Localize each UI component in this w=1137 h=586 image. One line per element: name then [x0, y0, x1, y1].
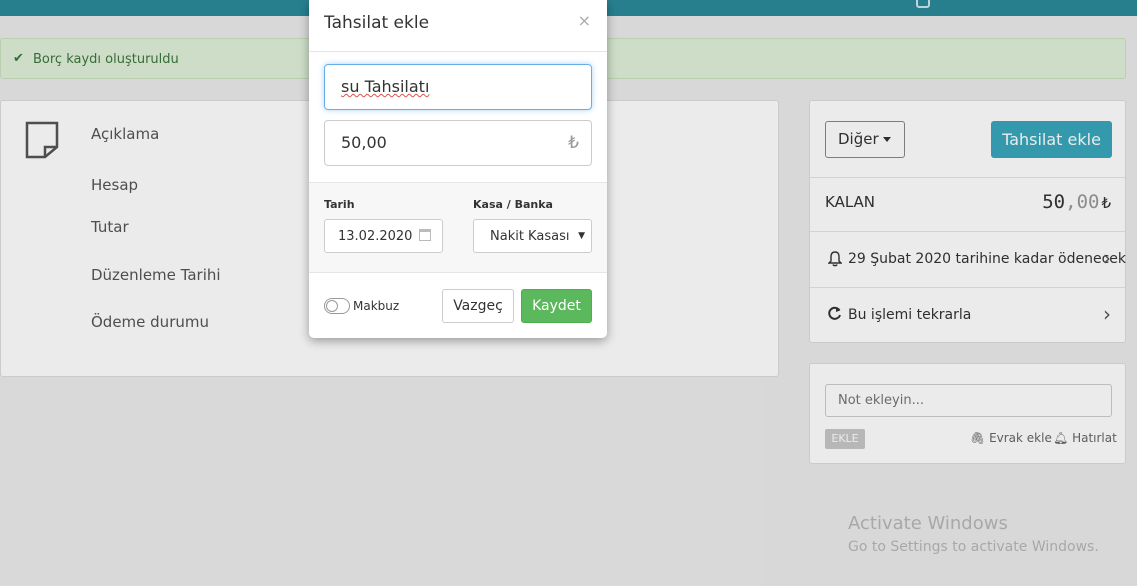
amount-input[interactable]: 50,00 ₺: [324, 120, 592, 166]
windows-activation-subtitle: Go to Settings to activate Windows.: [848, 539, 1099, 555]
windows-activation-title: Activate Windows: [848, 513, 1008, 534]
receipt-toggle[interactable]: [324, 298, 350, 314]
modal-divider: [309, 182, 607, 183]
toggle-knob: [326, 300, 338, 312]
add-collection-modal: Tahsilat ekle × su Tahsilatı 50,00 ₺ Tar…: [309, 0, 607, 338]
close-icon[interactable]: ×: [578, 11, 591, 30]
date-label: Tarih: [324, 198, 355, 211]
date-value: 13.02.2020: [338, 229, 413, 244]
bank-label: Kasa / Banka: [473, 198, 553, 211]
modal-divider: [309, 272, 607, 273]
description-value: su Tahsilatı: [341, 77, 430, 96]
bank-select[interactable]: Nakit Kasası ▼: [473, 219, 592, 253]
bank-value: Nakit Kasası: [490, 229, 570, 244]
dropdown-arrow-icon: ▼: [574, 231, 585, 241]
date-account-section: Tarih Kasa / Banka 13.02.2020 Nakit Kasa…: [309, 182, 607, 273]
description-input[interactable]: su Tahsilatı: [324, 64, 592, 110]
calendar-icon: [419, 229, 431, 241]
cancel-button[interactable]: Vazgeç: [442, 289, 514, 323]
lira-icon: ₺: [568, 133, 579, 153]
amount-value: 50,00: [341, 133, 387, 152]
receipt-label: Makbuz: [353, 299, 400, 313]
save-button[interactable]: Kaydet: [521, 289, 592, 323]
modal-divider: [309, 51, 607, 52]
modal-title: Tahsilat ekle: [324, 13, 430, 33]
date-input[interactable]: 13.02.2020: [324, 219, 443, 253]
